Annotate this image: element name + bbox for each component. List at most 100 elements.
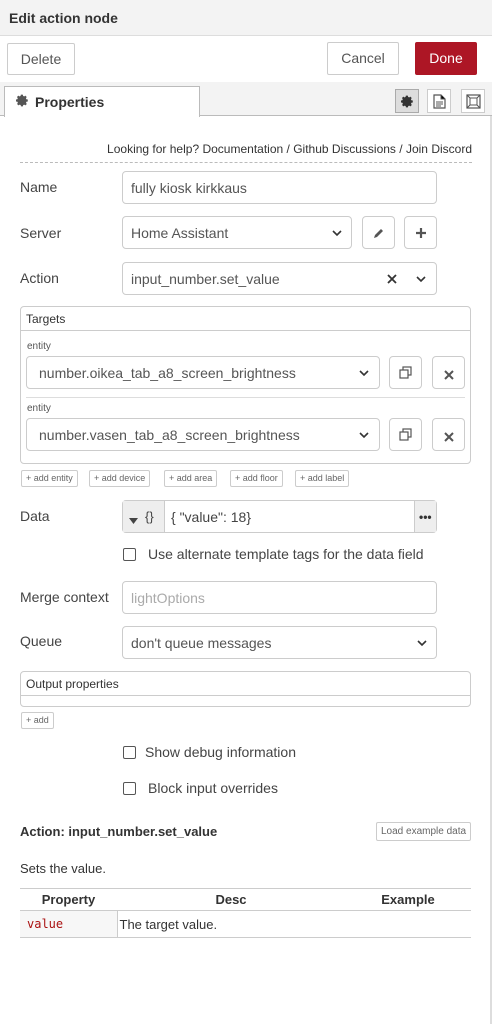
entity-label: entity — [27, 403, 51, 414]
remove-entity-button[interactable] — [432, 356, 465, 389]
help-separator: / — [399, 142, 403, 156]
copy-entity-button[interactable] — [389, 418, 422, 451]
add-area-label: add area — [176, 473, 213, 483]
action-info-title: Action: input_number.set_value — [20, 824, 218, 839]
debug-checkbox[interactable] — [123, 746, 136, 759]
add-label-button[interactable]: + add label — [295, 470, 350, 487]
data-value: { "value": 18} — [171, 509, 252, 525]
load-example-button[interactable]: Load example data — [376, 822, 472, 841]
action-label: Action — [20, 270, 59, 286]
entity-select[interactable]: number.vasen_tab_a8_screen_brightness — [26, 418, 380, 451]
queue-label: Queue — [20, 633, 63, 649]
output-properties-container: Output properties — [20, 671, 471, 707]
more-icon: ••• — [419, 510, 432, 524]
copy-entity-button[interactable] — [389, 356, 422, 389]
action-select[interactable]: input_number.set_value — [122, 262, 437, 295]
property-cell: value — [20, 910, 118, 938]
done-button[interactable]: Done — [415, 42, 477, 75]
tab-properties-label: Properties — [35, 94, 105, 110]
data-input[interactable]: {} { "value": 18} ••• — [122, 500, 437, 533]
column-header: Desc — [215, 892, 247, 907]
name-input[interactable]: fully kiosk kirkkaus — [122, 171, 437, 204]
desc-cell: The target value. — [119, 916, 218, 932]
caret-down-icon — [129, 512, 138, 528]
queue-select-value: don't queue messages — [131, 635, 272, 651]
queue-select[interactable]: don't queue messages — [122, 626, 437, 659]
add-area-button[interactable]: + add area — [164, 470, 218, 487]
clear-icon[interactable] — [386, 272, 398, 288]
delete-button[interactable]: Delete — [7, 43, 75, 75]
action-fields-table: Property Desc Example value The target v… — [20, 888, 471, 938]
add-entity-button[interactable]: + add entity — [21, 470, 78, 487]
help-links: Looking for help? Documentation / Github… — [20, 142, 472, 156]
appearance-tab-button[interactable] — [461, 89, 485, 113]
debug-label: Show debug information — [145, 744, 296, 760]
tab-properties[interactable]: Properties — [4, 86, 200, 117]
plus-icon — [415, 226, 427, 242]
column-header: Example — [381, 892, 435, 907]
json-type-symbol: {} — [145, 509, 154, 524]
action-description: Sets the value. — [20, 861, 106, 876]
add-output-label: add — [33, 715, 49, 725]
chevron-down-icon — [331, 226, 343, 242]
entity-select[interactable]: number.oikea_tab_a8_screen_brightness — [26, 356, 380, 389]
expand-editor-button[interactable]: ••• — [414, 501, 436, 532]
help-prefix: Looking for help? — [107, 142, 200, 156]
join-discord-link[interactable]: Join Discord — [406, 142, 472, 156]
chevron-down-icon — [416, 636, 428, 652]
frame-icon — [466, 94, 481, 112]
entity-select-value: number.oikea_tab_a8_screen_brightness — [39, 365, 296, 381]
chevron-down-icon — [358, 366, 370, 382]
merge-context-input[interactable]: lightOptions — [122, 581, 437, 614]
copy-icon — [399, 428, 412, 444]
merge-context-placeholder: lightOptions — [131, 590, 205, 606]
dialog-title: Edit action node — [9, 10, 118, 26]
add-label-label: add label — [307, 473, 345, 483]
help-separator: / — [286, 142, 290, 156]
output-properties-title: Output properties — [26, 677, 119, 691]
cancel-button[interactable]: Cancel — [327, 42, 399, 75]
edit-server-button[interactable] — [362, 216, 395, 249]
name-label: Name — [20, 179, 58, 195]
remove-entity-button[interactable] — [432, 418, 465, 451]
block-input-checkbox[interactable] — [123, 782, 136, 795]
document-icon — [433, 94, 446, 112]
close-icon — [444, 429, 454, 445]
server-select[interactable]: Home Assistant — [122, 216, 352, 249]
table-row: value The target value. — [20, 910, 471, 938]
add-entity-label: add entity — [33, 473, 73, 483]
gear-icon — [16, 94, 29, 110]
add-output-button[interactable]: + add — [21, 712, 54, 729]
data-label: Data — [20, 508, 50, 524]
alt-template-checkbox[interactable] — [123, 548, 136, 561]
add-floor-button[interactable]: + add floor — [230, 470, 283, 487]
example-cell — [345, 911, 471, 938]
targets-title: Targets — [26, 312, 66, 326]
entity-select-value: number.vasen_tab_a8_screen_brightness — [39, 427, 300, 443]
targets-container: Targets entity number.oikea_tab_a8_scree… — [20, 306, 471, 464]
divider — [26, 397, 465, 398]
pencil-icon — [373, 226, 385, 242]
copy-icon — [399, 366, 412, 382]
entity-label: entity — [27, 341, 51, 352]
column-header: Property — [41, 892, 96, 907]
data-type-select[interactable]: {} — [123, 501, 165, 532]
add-floor-label: add floor — [242, 473, 278, 483]
merge-context-label: Merge context — [20, 589, 109, 605]
table-header-row: Property Desc Example — [20, 888, 471, 911]
action-select-value: input_number.set_value — [131, 271, 280, 287]
documentation-link[interactable]: Documentation — [202, 142, 283, 156]
targets-header: Targets — [21, 307, 470, 331]
add-device-button[interactable]: + add device — [89, 470, 151, 487]
divider — [20, 162, 472, 163]
server-label: Server — [20, 225, 62, 241]
chevron-down-icon — [415, 272, 427, 288]
close-icon — [444, 367, 454, 383]
server-select-value: Home Assistant — [131, 225, 229, 241]
github-discussions-link[interactable]: Github Discussions — [293, 142, 396, 156]
settings-tab-button[interactable] — [395, 89, 419, 113]
title-bar: Edit action node — [0, 0, 492, 36]
add-server-button[interactable] — [404, 216, 437, 249]
description-tab-button[interactable] — [427, 89, 451, 113]
gear-icon — [401, 95, 414, 111]
